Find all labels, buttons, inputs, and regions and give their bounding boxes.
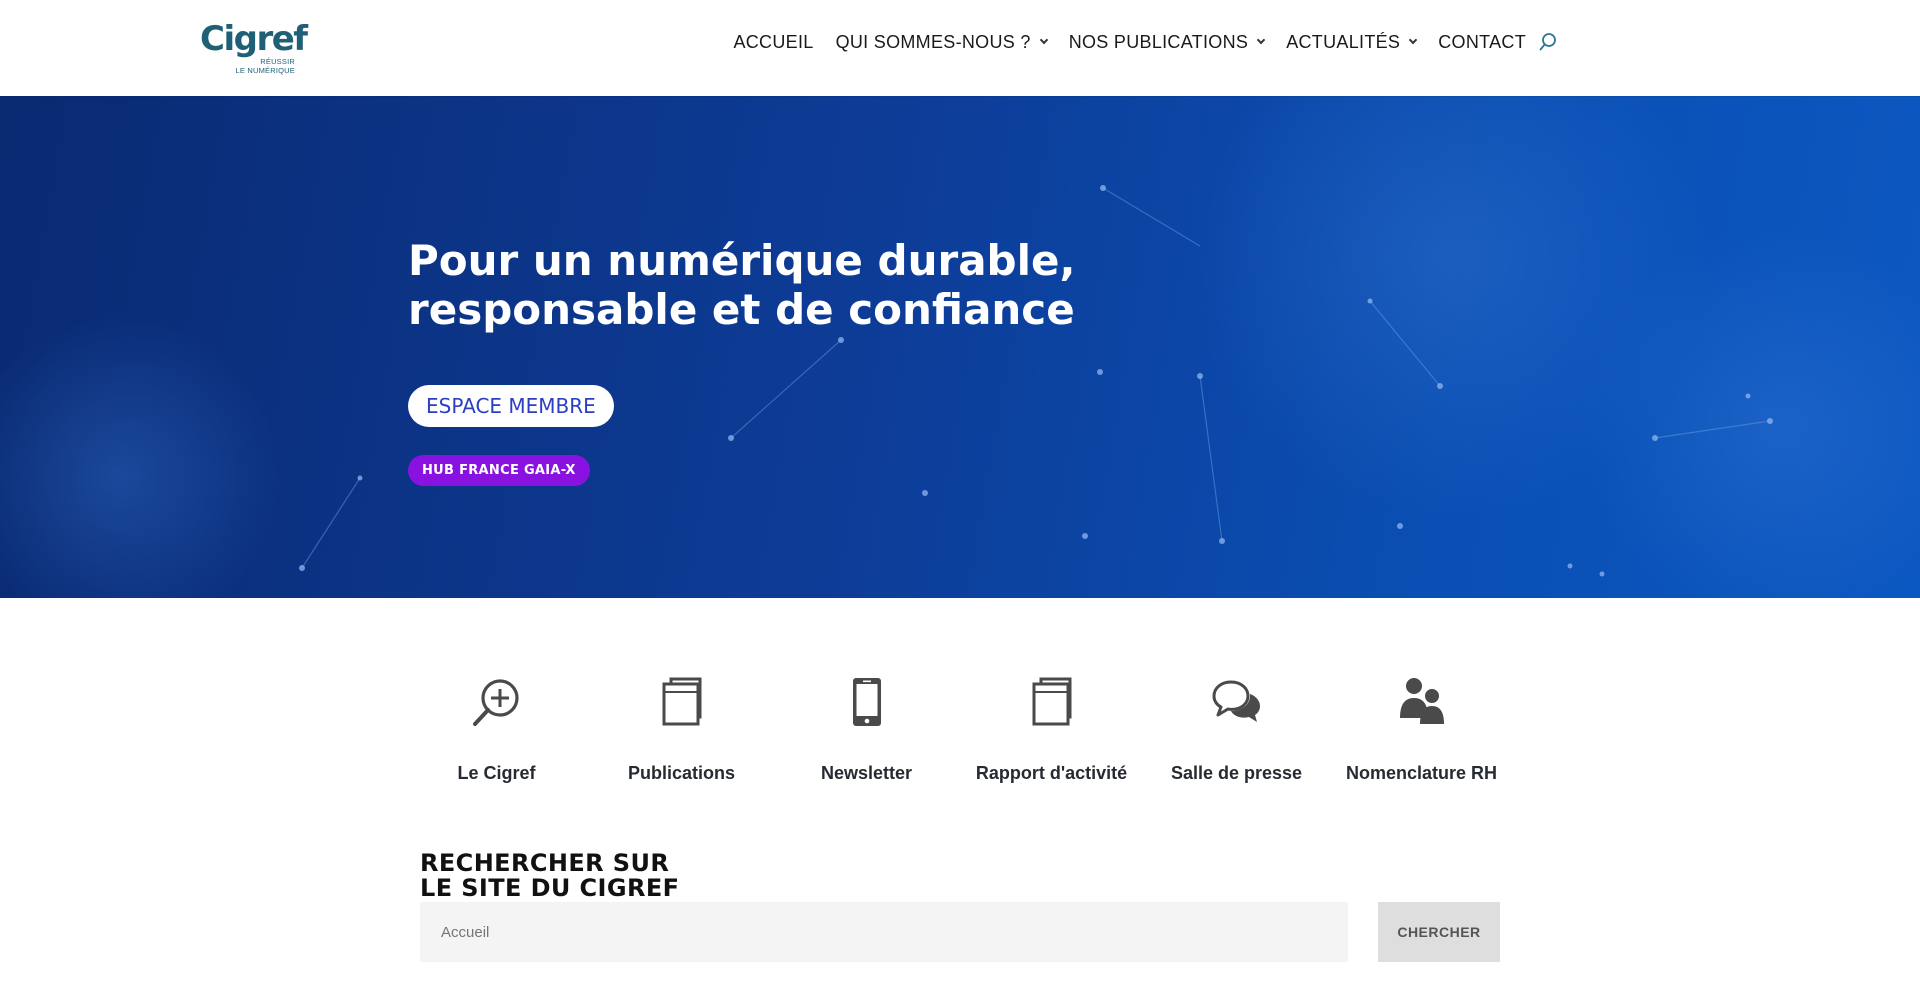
nav-item-label: CONTACT: [1438, 31, 1526, 52]
logo-tagline: RÉUSSIR LE NUMÉRIQUE: [225, 57, 295, 75]
nav-item-accueil[interactable]: ACCUEIL: [733, 32, 813, 53]
quick-link-label: Le Cigref: [457, 763, 536, 783]
main-nav: ACCUEIL QUI SOMMES-NOUS ? NOS PUBLICATIO…: [733, 30, 1558, 54]
quick-link-label: Salle de presse: [1170, 763, 1303, 783]
nav-item-actualites[interactable]: ACTUALITÉS: [1286, 31, 1418, 53]
nav-item-label: QUI SOMMES-NOUS ?: [835, 31, 1031, 52]
hero-title-line-1: Pour un numérique durable,: [408, 236, 1076, 285]
chevron-down-icon: [1039, 35, 1048, 45]
nav-item-label: ACTUALITÉS: [1286, 31, 1401, 52]
quick-link-label: Publications: [627, 763, 735, 783]
site-search-title-line-1: RECHERCHER SUR: [420, 849, 670, 877]
quick-link-label: Rapport d'activité: [975, 763, 1128, 783]
site-search-title-line-2: LE SITE DU CIGREF: [420, 874, 680, 902]
chercher-button[interactable]: CHERCHER: [1378, 902, 1500, 962]
quick-link-salle-de-presse[interactable]: Salle de presse: [1144, 674, 1329, 784]
logo-tagline-line-2: LE NUMÉRIQUE: [235, 65, 295, 75]
logo-wordmark: Cigref: [200, 19, 308, 59]
quick-link-label: Nomenclature RH: [1345, 763, 1498, 783]
quick-link-rapport-activite[interactable]: Rapport d'activité: [959, 674, 1144, 784]
quick-link-newsletter[interactable]: Newsletter: [774, 674, 959, 784]
search-icon[interactable]: [1538, 32, 1558, 52]
chat-bubbles-icon: [1209, 674, 1265, 730]
quick-link-label: Newsletter: [820, 763, 913, 783]
mobile-phone-icon: [839, 674, 895, 730]
espace-membre-button[interactable]: ESPACE MEMBRE: [408, 385, 614, 427]
zoom-in-icon: [469, 674, 525, 730]
network-background-graphic: [0, 96, 1920, 598]
nav-item-nos-publications[interactable]: NOS PUBLICATIONS: [1068, 31, 1266, 53]
quick-link-nomenclature-rh[interactable]: Nomenclature RH: [1329, 674, 1514, 784]
site-search-input[interactable]: [420, 902, 1348, 962]
site-header: Cigref RÉUSSIR LE NUMÉRIQUE ACCUEIL QUI …: [0, 0, 1920, 96]
quick-link-publications[interactable]: Publications: [589, 674, 774, 784]
chevron-down-icon: [1256, 35, 1266, 45]
hero-title-line-2: responsable et de confiance: [408, 285, 1075, 334]
book-icon: [654, 674, 710, 730]
quick-links: Le Cigref Publications Newsletter Rappor…: [404, 674, 1504, 794]
book-icon: [1024, 674, 1080, 730]
hero-title: Pour un numérique durable, responsable e…: [408, 236, 1168, 334]
nav-item-label: NOS PUBLICATIONS: [1068, 31, 1249, 52]
hub-france-gaia-x-button[interactable]: HUB FRANCE GAIA-X: [408, 455, 590, 486]
cigref-logo[interactable]: Cigref RÉUSSIR LE NUMÉRIQUE: [200, 20, 308, 75]
quick-link-le-cigref[interactable]: Le Cigref: [404, 674, 589, 784]
nav-item-label: ACCUEIL: [733, 31, 814, 52]
chevron-down-icon: [1408, 35, 1418, 45]
site-search-title: RECHERCHER SUR LE SITE DU CIGREF: [420, 851, 679, 901]
hero-banner: Pour un numérique durable, responsable e…: [0, 96, 1920, 598]
nav-item-qui-sommes-nous[interactable]: QUI SOMMES-NOUS ?: [835, 31, 1048, 53]
nav-item-contact[interactable]: CONTACT: [1438, 32, 1526, 53]
people-icon: [1394, 674, 1450, 730]
